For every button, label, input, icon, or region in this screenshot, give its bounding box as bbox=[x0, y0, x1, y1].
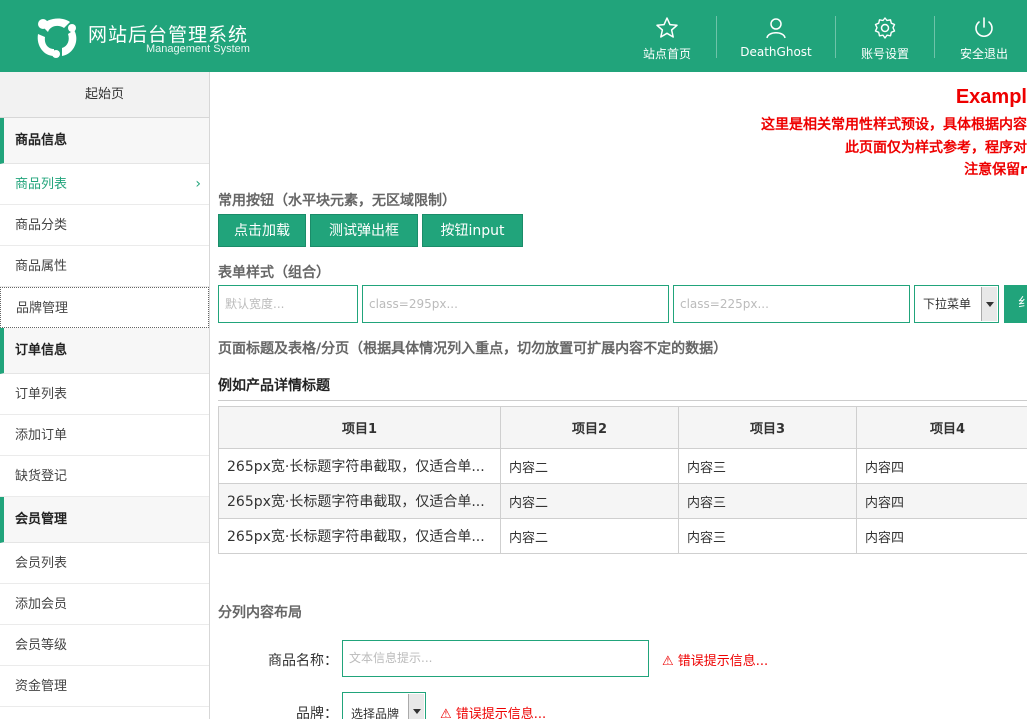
table-row[interactable]: 265px宽·长标题字符串截取，仅适合单... 内容二 内容三 内容四 bbox=[218, 448, 1027, 484]
brand-label: 品牌： bbox=[296, 706, 338, 719]
sidebar-item-label: 商品列表 bbox=[15, 177, 68, 192]
table-header: 项目4 bbox=[856, 406, 1027, 449]
product-name-label: 商品名称： bbox=[268, 653, 338, 669]
sidebar-item-member-list[interactable]: 会员列表 bbox=[0, 543, 209, 584]
submit-button[interactable]: 纟 bbox=[1004, 285, 1027, 323]
brand-error: ⚠ 错误提示信息... bbox=[440, 707, 547, 719]
example-line-1: 这里是相关常用性样式预设，具体根据内容 bbox=[761, 117, 1027, 133]
product-name-error: ⚠ 错误提示信息... bbox=[662, 654, 769, 669]
detail-title: 例如产品详情标题 bbox=[218, 378, 330, 394]
user-icon bbox=[766, 18, 786, 39]
sidebar-item-brand-manage[interactable]: 品牌管理 bbox=[0, 287, 209, 328]
table-header: 项目2 bbox=[500, 406, 679, 449]
nav-home-label: 站点首页 bbox=[642, 47, 691, 61]
sidebar-item-add-member[interactable]: 添加会员 bbox=[0, 584, 209, 625]
example-line-3: 注意保留r bbox=[964, 162, 1027, 178]
sidebar-item-add-order[interactable]: 添加订单 bbox=[0, 415, 209, 456]
table-row[interactable]: 265px宽·长标题字符串截取，仅适合单... 内容二 内容三 内容四 bbox=[218, 483, 1027, 519]
default-width-input[interactable]: 默认宽度... bbox=[218, 285, 358, 323]
buttons-section-title: 常用按钮（水平块元素，无区域限制） bbox=[218, 193, 456, 209]
star-icon bbox=[656, 17, 678, 38]
width-295-input[interactable]: class=295px... bbox=[362, 285, 669, 323]
nav-user-label: DeathGhost bbox=[740, 45, 812, 59]
nav-home[interactable]: 站点首页 bbox=[617, 0, 717, 72]
dropdown-select[interactable]: 下拉菜单 bbox=[914, 285, 999, 323]
chevron-down-icon bbox=[981, 287, 997, 321]
table-cell: 265px宽·长标题字符串截取，仅适合单... bbox=[218, 483, 501, 519]
table-cell: 内容四 bbox=[856, 448, 1027, 484]
table-cell: 265px宽·长标题字符串截取，仅适合单... bbox=[218, 448, 501, 484]
sidebar-group-members[interactable]: 会员管理 bbox=[0, 497, 209, 543]
test-popup-button[interactable]: 测试弹出框 bbox=[310, 214, 418, 247]
table-cell: 内容二 bbox=[500, 483, 679, 519]
example-line-2: 此页面仅为样式参考，程序对 bbox=[845, 140, 1027, 156]
divider bbox=[218, 400, 1027, 401]
nav-settings-label: 账号设置 bbox=[860, 47, 909, 61]
table-cell: 265px宽·长标题字符串截取，仅适合单... bbox=[218, 518, 501, 554]
sidebar-item-funds[interactable]: 资金管理 bbox=[0, 666, 209, 707]
sidebar-item-goods-list[interactable]: 商品列表 › bbox=[0, 164, 209, 205]
table-cell: 内容四 bbox=[856, 518, 1027, 554]
input-button[interactable]: 按钮input bbox=[422, 214, 523, 247]
table-header: 项目1 bbox=[218, 406, 501, 449]
chevron-down-icon bbox=[408, 694, 424, 719]
example-title: Exampl bbox=[955, 86, 1027, 108]
sidebar-group-goods[interactable]: 商品信息 bbox=[0, 118, 209, 164]
product-name-input[interactable]: 文本信息提示... bbox=[342, 640, 649, 677]
nav-settings[interactable]: 账号设置 bbox=[835, 0, 935, 72]
sidebar-item-goods-category[interactable]: 商品分类 bbox=[0, 205, 209, 246]
brand-select[interactable]: 选择品牌 bbox=[342, 692, 426, 719]
table-section-title: 页面标题及表格/分页（根据具体情况列入重点，切勿放置可扩展内容不定的数据） bbox=[218, 341, 728, 357]
sidebar-item-member-level[interactable]: 会员等级 bbox=[0, 625, 209, 666]
sidebar-group-orders[interactable]: 订单信息 bbox=[0, 328, 209, 374]
logo-icon bbox=[37, 18, 77, 58]
form-section-title: 表单样式（组合） bbox=[218, 265, 330, 281]
table-row[interactable]: 265px宽·长标题字符串截取，仅适合单... 内容二 内容三 内容四 bbox=[218, 518, 1027, 554]
columns-section-title: 分列内容布局 bbox=[218, 605, 302, 621]
table-cell: 内容二 bbox=[500, 448, 679, 484]
width-225-input[interactable]: class=225px... bbox=[673, 285, 910, 323]
dropdown-value: 下拉菜单 bbox=[923, 297, 972, 311]
table-cell: 内容三 bbox=[678, 518, 857, 554]
table-cell: 内容二 bbox=[500, 518, 679, 554]
sidebar-item-order-list[interactable]: 订单列表 bbox=[0, 374, 209, 415]
sidebar-item-stockout[interactable]: 缺货登记 bbox=[0, 456, 209, 497]
sidebar-start-page[interactable]: 起始页 bbox=[0, 72, 209, 118]
table-header: 项目3 bbox=[678, 406, 857, 449]
table-cell: 内容三 bbox=[678, 483, 857, 519]
site-subtitle: Management System bbox=[146, 43, 250, 55]
load-button[interactable]: 点击加载 bbox=[218, 214, 306, 247]
table-cell: 内容三 bbox=[678, 448, 857, 484]
chevron-right-icon: › bbox=[195, 176, 201, 192]
table-header-row: 项目1 项目2 项目3 项目4 bbox=[218, 406, 1027, 449]
power-icon bbox=[975, 17, 993, 37]
gear-icon bbox=[874, 17, 896, 39]
top-header: 网站后台管理系统 Management System 站点首页 DeathGho… bbox=[0, 0, 1027, 72]
nav-divider bbox=[716, 16, 717, 58]
nav-logout[interactable]: 安全退出 bbox=[934, 0, 1027, 72]
main-content: Exampl 这里是相关常用性样式预设，具体根据内容 此页面仅为样式参考，程序对… bbox=[210, 72, 1027, 719]
table-cell: 内容四 bbox=[856, 483, 1027, 519]
nav-user[interactable]: DeathGhost bbox=[726, 0, 826, 72]
data-table: 项目1 项目2 项目3 项目4 265px宽·长标题字符串截取，仅适合单... … bbox=[218, 406, 1027, 554]
brand-select-value: 选择品牌 bbox=[351, 707, 400, 719]
sidebar: 起始页 商品信息 商品列表 › 商品分类 商品属性 品牌管理 订单信息 订单列表… bbox=[0, 72, 210, 719]
nav-logout-label: 安全退出 bbox=[959, 47, 1008, 61]
sidebar-item-goods-attribute[interactable]: 商品属性 bbox=[0, 246, 209, 287]
